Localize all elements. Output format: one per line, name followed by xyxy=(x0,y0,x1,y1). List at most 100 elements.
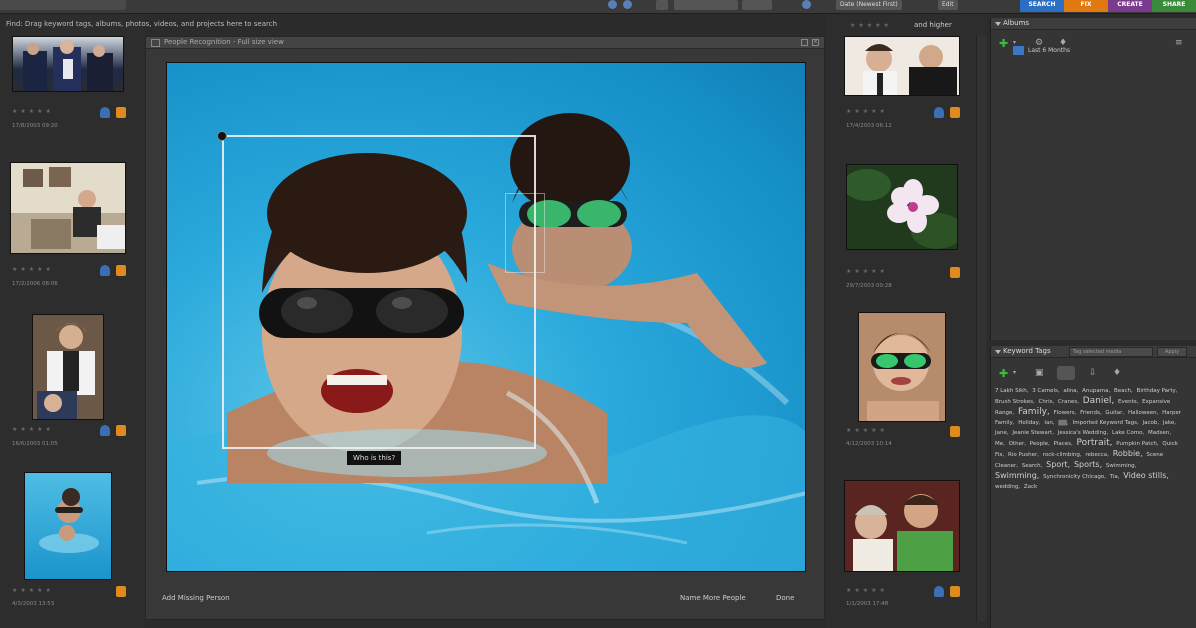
keyword-tag[interactable]: Pumpkin Patch, xyxy=(1116,441,1158,447)
keyword-tag[interactable]: Holiday, xyxy=(1018,420,1040,426)
rating-stars[interactable]: ★★★★★ xyxy=(846,427,888,434)
keyword-tag[interactable]: Sports, xyxy=(1074,460,1102,469)
keyword-tag[interactable]: Rio Pusher, xyxy=(1008,452,1039,458)
thumbnail-scrollbar[interactable] xyxy=(976,36,986,622)
keyword-tag[interactable]: Chris, xyxy=(1039,399,1055,405)
keyword-tag[interactable]: 7 Lakh Sikh, xyxy=(995,388,1029,394)
rating-stars[interactable]: ★★★★★ xyxy=(12,108,54,115)
keyword-tag[interactable]: Jake, xyxy=(1163,420,1176,426)
sort-dropdown[interactable]: Date (Newest First) xyxy=(836,0,902,10)
dropdown-arrow-icon[interactable]: ▾ xyxy=(1013,39,1016,46)
thumbnail-photo[interactable] xyxy=(24,472,112,580)
keyword-tag[interactable]: Events, xyxy=(1118,399,1138,405)
info-icon[interactable] xyxy=(802,0,811,9)
full-size-photo[interactable]: Who is this? xyxy=(166,62,806,572)
tag-options-icon[interactable]: ▣ xyxy=(1035,368,1044,378)
list-view-icon[interactable]: ≡ xyxy=(1175,38,1183,48)
add-album-icon[interactable]: ✚ xyxy=(999,37,1008,50)
keyword-tag[interactable]: Jacob, xyxy=(1142,420,1159,426)
keyword-tag[interactable]: Swimming, xyxy=(1106,463,1137,469)
thumbnail-photo[interactable] xyxy=(844,480,960,572)
face-detection-box-secondary[interactable] xyxy=(505,193,545,273)
keyword-tag[interactable]: Search, xyxy=(1022,463,1043,469)
keyword-tag[interactable]: Jeanie Stewart, xyxy=(1012,430,1054,436)
keyword-tag[interactable]: Anupama, xyxy=(1082,388,1110,394)
thumbnail-photo[interactable] xyxy=(32,314,104,420)
rating-filter-stars[interactable]: ★★★★★ xyxy=(850,22,892,29)
apply-tag-button[interactable]: Apply xyxy=(1157,347,1187,357)
tab-create[interactable]: CREATE xyxy=(1108,0,1152,12)
rotate-icon[interactable] xyxy=(656,0,668,10)
keyword-tag[interactable]: Sport, xyxy=(1046,460,1070,469)
rating-stars[interactable]: ★★★★★ xyxy=(12,266,54,273)
display-toggle[interactable] xyxy=(742,0,772,10)
who-is-this-label[interactable]: Who is this? xyxy=(347,451,402,465)
keyword-tag[interactable]: Me, xyxy=(995,441,1005,447)
collapse-triangle-icon[interactable] xyxy=(995,350,1001,354)
restore-icon[interactable] xyxy=(801,39,808,46)
keyword-tag[interactable]: alina, xyxy=(1063,388,1078,394)
rating-stars[interactable]: ★★★★★ xyxy=(12,587,54,594)
keyword-tag[interactable]: rock-climbing, xyxy=(1043,452,1082,458)
keyword-tag[interactable]: Imported Keyword Tags, xyxy=(1073,420,1139,426)
name-more-people-button[interactable]: Name More People xyxy=(680,594,746,602)
keyword-tag[interactable]: Zack xyxy=(1024,484,1037,490)
keyword-tag[interactable]: 3 Camels, xyxy=(1032,388,1059,394)
rating-stars[interactable]: ★★★★★ xyxy=(12,426,54,433)
thumbnail-photo[interactable] xyxy=(10,162,126,254)
add-tag-icon[interactable]: ✚ xyxy=(999,367,1008,380)
view-mode-icon[interactable] xyxy=(608,0,617,9)
keyword-tag[interactable]: Cranes, xyxy=(1058,399,1079,405)
keyword-tag[interactable]: Places, xyxy=(1054,441,1073,447)
tab-share[interactable]: SHARE xyxy=(1152,0,1196,12)
keyword-tag[interactable]: Guitar, xyxy=(1105,410,1124,416)
keyword-tag[interactable]: Synchronicity Chicago, xyxy=(1043,474,1106,480)
keyword-tag[interactable]: Halloween, xyxy=(1128,410,1158,416)
keyword-tag[interactable]: Jessica's Wedding, xyxy=(1058,430,1109,436)
keyword-tag[interactable]: ▇▇, xyxy=(1058,420,1069,426)
keyword-tag[interactable]: Robbie, xyxy=(1113,449,1143,458)
albums-panel-header[interactable]: Albums xyxy=(991,18,1196,30)
keyword-tag[interactable]: Portrait, xyxy=(1077,438,1113,448)
tab-search[interactable]: SEARCH xyxy=(1020,0,1064,12)
add-missing-person-button[interactable]: Add Missing Person xyxy=(162,594,230,602)
keyword-tag[interactable]: Jane, xyxy=(995,430,1009,436)
pin-icon[interactable]: ♦ xyxy=(1113,368,1121,378)
collapse-triangle-icon[interactable] xyxy=(995,22,1001,26)
keyword-tag[interactable]: Video stills, xyxy=(1123,471,1169,480)
thumbnail-photo[interactable] xyxy=(12,36,124,92)
keyword-tag[interactable]: Beach, xyxy=(1114,388,1133,394)
close-icon[interactable]: × xyxy=(812,39,819,46)
keyword-tag[interactable]: Daniel, xyxy=(1083,396,1115,406)
view-mode-icon[interactable] xyxy=(623,0,632,9)
thumbnail-photo[interactable] xyxy=(858,312,946,422)
rating-stars[interactable]: ★★★★★ xyxy=(846,268,888,275)
keyword-tag[interactable]: Madsen, xyxy=(1148,430,1171,436)
top-search-field[interactable] xyxy=(0,0,126,10)
keyword-tag[interactable]: Other, xyxy=(1009,441,1026,447)
thumbnail-photo[interactable] xyxy=(844,36,960,96)
keyword-tag[interactable]: Brush Strokes, xyxy=(995,399,1035,405)
keyword-tag[interactable]: wedding, xyxy=(995,484,1020,490)
tag-search-input[interactable]: Tag selected media xyxy=(1069,347,1153,357)
rating-stars[interactable]: ★★★★★ xyxy=(846,587,888,594)
tab-fix[interactable]: FIX xyxy=(1064,0,1108,12)
tag-cloud-view-icon[interactable] xyxy=(1057,366,1075,380)
keyword-tag[interactable]: People, xyxy=(1030,441,1050,447)
import-tags-icon[interactable]: ⇩ xyxy=(1089,368,1097,378)
remove-face-icon[interactable] xyxy=(217,131,227,141)
dropdown-arrow-icon[interactable]: ▾ xyxy=(1013,369,1016,376)
keyword-tag[interactable]: Flowers, xyxy=(1054,410,1077,416)
thumbnail-photo[interactable] xyxy=(846,164,958,250)
keyword-tag[interactable]: Friends, xyxy=(1080,410,1102,416)
rating-stars[interactable]: ★★★★★ xyxy=(846,108,888,115)
keyword-tag[interactable]: Family, xyxy=(1018,407,1050,417)
keyword-tags-header[interactable]: Keyword Tags Tag selected media Apply xyxy=(991,346,1196,358)
keyword-tag[interactable]: Ian, xyxy=(1044,420,1054,426)
keyword-tag[interactable]: Lake Como, xyxy=(1112,430,1144,436)
album-item[interactable]: Last 6 Months xyxy=(1013,46,1070,55)
zoom-slider[interactable] xyxy=(674,0,738,10)
done-button[interactable]: Done xyxy=(776,594,794,602)
keyword-tag[interactable]: Swimming, xyxy=(995,471,1039,480)
keyword-tag[interactable]: rebecca, xyxy=(1085,452,1109,458)
